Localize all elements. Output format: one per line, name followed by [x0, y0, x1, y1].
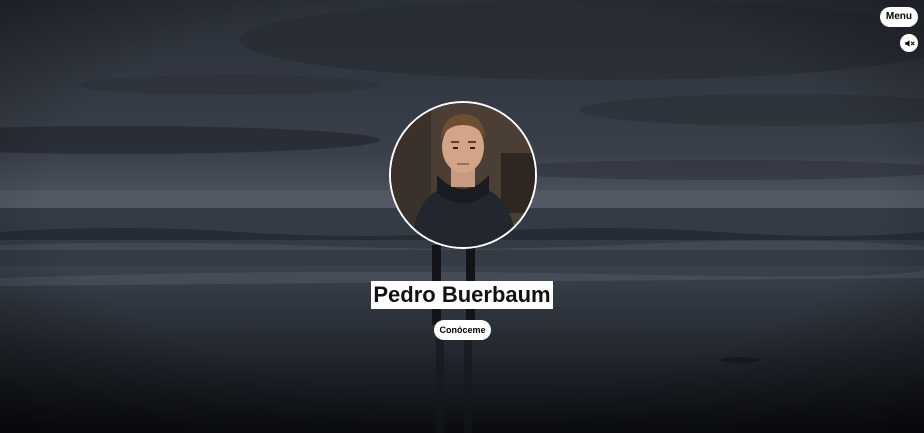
- hero-section: Menu Pedro Buerbaum Conóceme: [0, 0, 924, 433]
- conoceme-button[interactable]: Conóceme: [434, 320, 491, 340]
- profile-photo: [391, 103, 535, 247]
- mute-button[interactable]: [900, 34, 918, 52]
- avatar: [389, 101, 537, 249]
- menu-button[interactable]: Menu: [879, 7, 918, 27]
- name-label: Pedro Buerbaum: [371, 281, 553, 309]
- page-title: Pedro Buerbaum: [0, 273, 924, 310]
- speaker-muted-icon: [904, 39, 915, 47]
